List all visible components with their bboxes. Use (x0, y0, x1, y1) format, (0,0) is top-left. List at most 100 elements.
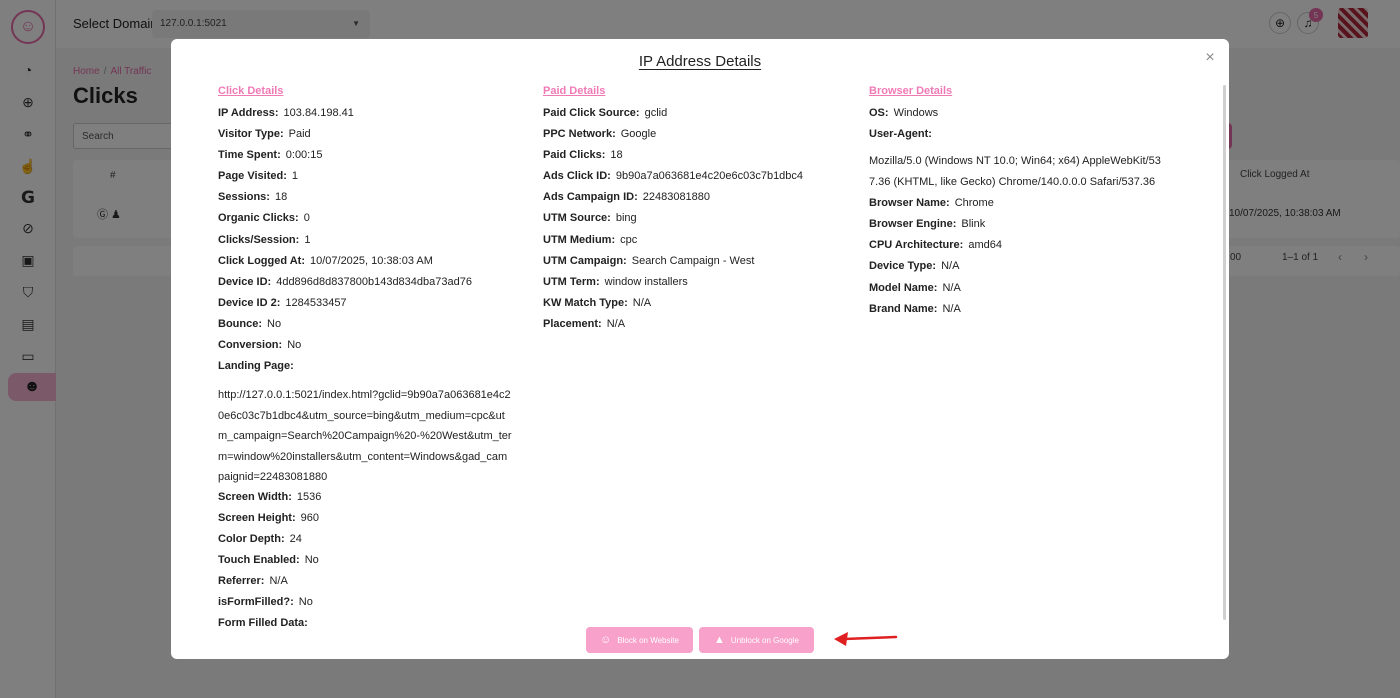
detail-label: OS: (869, 107, 889, 119)
detail-row-utm-term: UTM Term: window installers (543, 275, 843, 296)
detail-row-browser-engine: Browser Engine: Blink (869, 217, 1169, 238)
detail-label: CPU Architecture: (869, 239, 964, 252)
block-on-website-button[interactable]: ☺ Block on Website (586, 627, 693, 653)
detail-label: Screen Height: (218, 511, 296, 524)
modal-scrollbar[interactable] (1223, 85, 1226, 620)
detail-value: 960 (300, 511, 319, 524)
detail-value: 1536 (296, 490, 322, 503)
detail-value: 0 (303, 212, 310, 225)
detail-label: Conversion: (218, 339, 283, 352)
detail-label: Ads Campaign ID: (543, 191, 638, 204)
unblock-on-google-button[interactable]: ▲ Unblock on Google (699, 627, 814, 653)
detail-value: Search Campaign - West (631, 254, 755, 267)
detail-label: Landing Page: (218, 360, 294, 373)
detail-row-organic-clicks: Organic Clicks: 0 (218, 211, 513, 232)
detail-label: Device Type: (869, 260, 937, 273)
detail-label: Visitor Type: (218, 128, 284, 141)
detail-row-user-agent: User-Agent: (869, 127, 1169, 148)
detail-value: 103.84.198.41 (283, 107, 354, 119)
detail-row-visitor-type: Visitor Type: Paid (218, 127, 513, 148)
detail-row-brand-name: Brand Name: N/A (869, 302, 1169, 323)
detail-label: Touch Enabled: (218, 554, 300, 566)
detail-row-placement: Placement: N/A (543, 317, 843, 338)
detail-row-device-type: Device Type: N/A (869, 259, 1169, 280)
detail-row-os: OS: Windows (869, 106, 1169, 127)
detail-label: Form Filled Data: (218, 617, 308, 630)
detail-row-model-name: Model Name: N/A (869, 281, 1169, 302)
detail-label: UTM Medium: (543, 233, 616, 246)
detail-row-conversion: Conversion: No (218, 338, 513, 359)
paid-details-section: Paid Details Paid Click Source: gclid PPC … (543, 85, 843, 338)
detail-row-device-id: Device ID: 4dd896d8d837800b143d834dba73ad… (218, 275, 513, 296)
detail-label: Color Depth: (218, 532, 285, 545)
detail-row-utm-source: UTM Source: bing (543, 211, 843, 232)
detail-row-color-depth: Color Depth: 24 (218, 532, 513, 553)
detail-label: Browser Name: (869, 197, 950, 210)
modal-title: IP Address Details (638, 53, 762, 70)
detail-label: UTM Source: (543, 212, 611, 225)
user-agent-value: Mozilla/5.0 (Windows NT 10.0; Win64; x64… (869, 155, 1161, 188)
detail-label: UTM Campaign: (543, 254, 627, 267)
detail-row-paid-click-source: Paid Click Source: gclid (543, 106, 843, 127)
detail-row-kw-match-type: KW Match Type: N/A (543, 296, 843, 317)
detail-value: 9b90a7a063681e4c20e6c03c7b1dbc4 (615, 170, 804, 183)
detail-value: Google (620, 128, 657, 141)
detail-row-landing-page: Landing Page: (218, 359, 513, 380)
detail-value: 18 (610, 149, 623, 162)
click-details-section: Click Details IP Address: 103.84.198.41 Vi… (218, 85, 513, 637)
detail-row-paid-clicks: Paid Clicks: 18 (543, 148, 843, 169)
detail-row-screen-width: Screen Width: 1536 (218, 490, 513, 511)
detail-value: 24 (289, 532, 302, 545)
detail-value: Chrome (954, 197, 994, 210)
detail-value: 4dd896d8d837800b143d834dba73ad76 (276, 275, 472, 288)
detail-row-ads-click-id: Ads Click ID: 9b90a7a063681e4c20e6c03c7b1… (543, 169, 843, 190)
monkey-icon: ☺ (600, 634, 612, 646)
detail-label: Sessions: (218, 191, 270, 204)
detail-label: Device ID: (218, 275, 272, 288)
ip-details-modal: IP Address Details × Click Details IP Ad… (171, 39, 1229, 659)
detail-value: bing (615, 212, 637, 225)
detail-value: cpc (620, 233, 638, 246)
detail-value: Windows (893, 107, 939, 119)
detail-label: Bounce: (218, 317, 262, 330)
detail-label: Click Logged At: (218, 254, 305, 267)
detail-value: window installers (604, 275, 688, 288)
detail-row-referrer: Referrer: N/A (218, 574, 513, 595)
detail-value: N/A (632, 296, 652, 309)
detail-value: N/A (269, 575, 288, 588)
detail-label: Ads Click ID: (543, 170, 611, 183)
detail-row-page-visited: Page Visited: 1 (218, 169, 513, 190)
detail-value: Paid (288, 128, 311, 141)
detail-value: N/A (942, 281, 961, 294)
detail-row-browser-name: Browser Name: Chrome (869, 196, 1169, 217)
detail-row-utm-campaign: UTM Campaign: Search Campaign - West (543, 254, 843, 275)
detail-value: 1 (304, 233, 311, 246)
detail-value: gclid (644, 107, 668, 119)
unblock-on-google-label: Unblock on Google (730, 635, 799, 645)
detail-label: Placement: (543, 317, 602, 330)
detail-row-bounce: Bounce: No (218, 317, 513, 338)
detail-label: Clicks/Session: (218, 233, 300, 246)
detail-label: User-Agent: (869, 128, 932, 141)
detail-row-utm-medium: UTM Medium: cpc (543, 233, 843, 254)
detail-label: Paid Click Source: (543, 107, 640, 119)
detail-row-click-logged-at: Click Logged At: 10/07/2025, 10:38:03 AM (218, 254, 513, 275)
detail-row-touch-enabled: Touch Enabled: No (218, 553, 513, 574)
paid-details-heading: Paid Details (543, 85, 606, 97)
detail-label: Browser Engine: (869, 218, 957, 231)
detail-value: No (298, 596, 313, 609)
browser-details-section: Browser Details OS: Windows User-Agent: Mo… (869, 85, 1169, 323)
detail-row-time-spent: Time Spent: 0:00:15 (218, 148, 513, 169)
detail-value: Blink (961, 218, 986, 231)
detail-label: isFormFilled?: (218, 596, 294, 609)
detail-value: 18 (274, 191, 288, 204)
detail-value: 1284533457 (285, 296, 347, 309)
detail-label: Model Name: (869, 281, 938, 294)
detail-value: 1 (291, 170, 299, 183)
detail-value: N/A (942, 302, 961, 315)
detail-label: Time Spent: (218, 149, 281, 162)
detail-label: Device ID 2: (218, 296, 281, 309)
detail-row-ip-address: IP Address: 103.84.198.41 (218, 106, 513, 127)
close-icon[interactable]: × (1201, 49, 1219, 67)
detail-value: 22483081880 (642, 191, 711, 204)
